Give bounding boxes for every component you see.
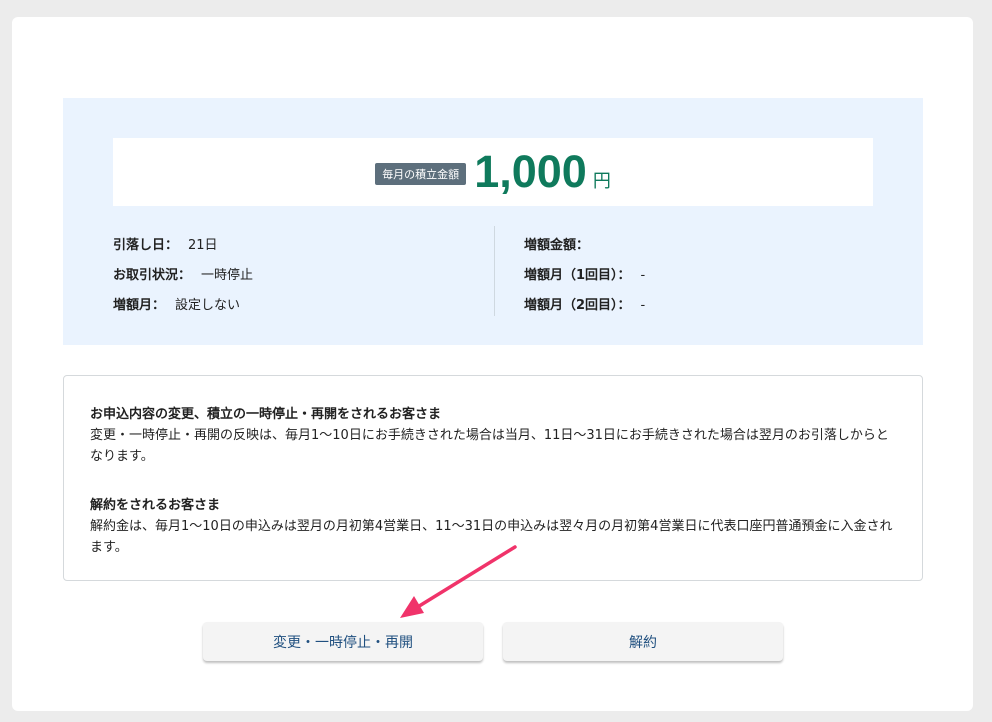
notice-box: お申込内容の変更、積立の一時停止・再開をされるお客さま 変更・一時停止・再開の反… bbox=[63, 375, 923, 581]
transaction-status-row: お取引状況： 一時停止 bbox=[113, 256, 253, 286]
increase-month-1-row: 増額月（1回目）： - bbox=[524, 256, 645, 286]
increase-amount-label: 増額金額： bbox=[524, 238, 590, 253]
transaction-status-value: 一時停止 bbox=[201, 268, 254, 283]
increase-amount-row: 増額金額： bbox=[524, 226, 645, 256]
debit-day-value: 21日 bbox=[188, 238, 218, 253]
monthly-amount-box: 毎月の積立金額 1,000 円 bbox=[113, 138, 873, 206]
monthly-amount-value: 1,000 bbox=[474, 146, 587, 197]
savings-summary-panel: 毎月の積立金額 1,000 円 引落し日： 21日 お取引状況： 一時停止 増額月：… bbox=[63, 98, 923, 345]
summary-left-column: 引落し日： 21日 お取引状況： 一時停止 増額月： 設定しない bbox=[113, 226, 253, 316]
increase-month-2-label: 増額月（2回目）： bbox=[524, 298, 631, 313]
increase-month-1-label: 増額月（1回目）： bbox=[524, 268, 631, 283]
increase-month-row: 増額月： 設定しない bbox=[113, 286, 253, 316]
change-pause-resume-button[interactable]: 変更・一時停止・再開 bbox=[203, 622, 483, 661]
column-divider bbox=[494, 226, 495, 316]
summary-right-column: 増額金額： 増額月（1回目）： - 増額月（2回目）： - bbox=[524, 226, 645, 316]
increase-month-2-value: - bbox=[640, 298, 646, 313]
increase-month-1-value: - bbox=[640, 268, 646, 283]
increase-month-2-row: 増額月（2回目）： - bbox=[524, 286, 645, 316]
monthly-amount-badge: 毎月の積立金額 bbox=[375, 163, 467, 185]
increase-month-label: 増額月： bbox=[113, 298, 166, 313]
debit-day-row: 引落し日： 21日 bbox=[113, 226, 253, 256]
transaction-status-label: お取引状況： bbox=[113, 268, 192, 283]
amount-unit: 円 bbox=[592, 171, 611, 192]
cancel-notice-title: 解約をされるお客さま bbox=[90, 498, 221, 513]
increase-month-value: 設定しない bbox=[175, 298, 241, 313]
cancel-contract-button[interactable]: 解約 bbox=[503, 622, 783, 661]
change-notice-text: 変更・一時停止・再開の反映は、毎月1～10日にお手続きされた場合は当月、11日～… bbox=[90, 428, 889, 464]
cancel-notice-text: 解約金は、毎月1～10日の申込みは翌月の月初第4営業日、11～31日の申込みは翌… bbox=[90, 519, 893, 555]
debit-day-label: 引落し日： bbox=[113, 238, 179, 253]
change-notice-title: お申込内容の変更、積立の一時停止・再開をされるお客さま bbox=[90, 407, 442, 422]
